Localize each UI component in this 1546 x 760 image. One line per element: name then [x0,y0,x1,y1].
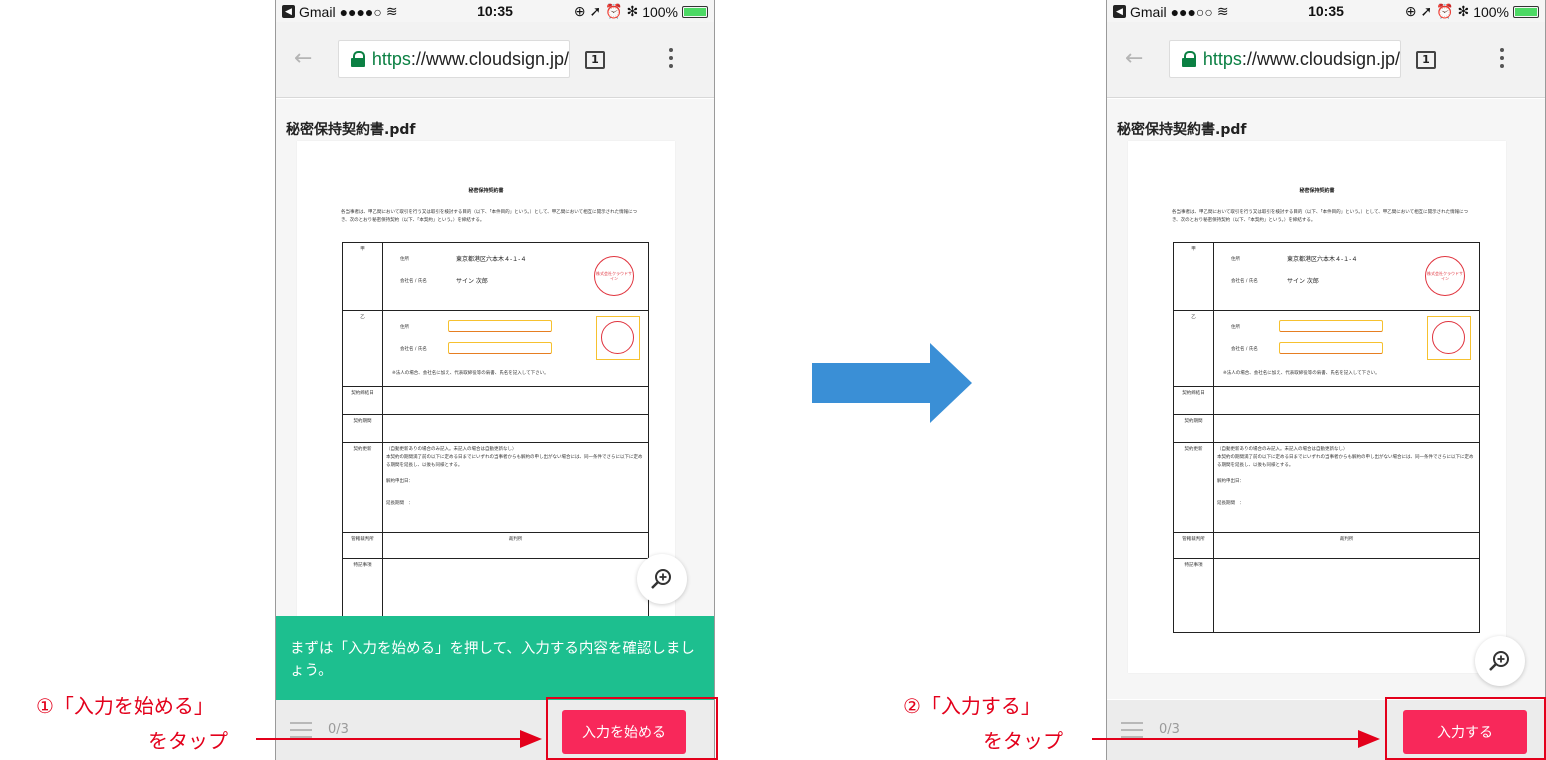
document-page: 秘密保持契約書 各当事者は、甲乙間において取引を行う又は取引を検討する目的（以下… [1128,141,1506,673]
address-label: 住所 [1231,257,1240,262]
zoom-in-button[interactable] [1475,636,1525,686]
battery-percent: 100% [642,3,678,20]
name-value: サイン 次郎 [456,278,488,285]
status-icons: ⊕ ➚ ⏰ ✻ [573,3,639,19]
label-court: 管轄裁判所 [342,532,383,559]
highlight-input-button [1385,697,1546,760]
document-page: 秘密保持契約書 各当事者は、甲乙間において取引を行う又は取引を検討する目的（以下… [297,141,675,661]
label-contract-date: 契約締結日 [342,386,383,415]
step1-arrow-line [256,738,522,740]
company-seal: 株式会社クラウドサイン [594,256,634,296]
tab-switcher-button[interactable]: 1 [585,51,605,69]
browser-toolbar: ← https://www.cloudsign.jp/ 1 [276,22,714,98]
address-label: 住所 [400,325,409,330]
zoom-in-button[interactable] [637,554,687,604]
label-renewal: 契約更新 [1173,442,1214,533]
step2-instruction-line2: をタップ [983,729,1063,753]
document-intro: 各当事者は、甲乙間において取引を行う又は取引を検討する目的（以下、「本件目的」と… [341,210,638,223]
url-host: ://www.cloudsign.jp/ [1241,48,1400,69]
address-value: 東京都港区六本木４-１-４ [456,256,527,263]
document-filename: 秘密保持契約書.pdf [286,122,416,138]
status-bar: ◀ Gmail ●●●○○ ≋ 10:35 ⊕ ➚ ⏰ ✻ 100% [1107,0,1545,22]
label-contract-period: 契約期間 [1173,414,1214,443]
label-ko: 甲 [342,242,383,311]
battery-icon [1513,5,1539,18]
browser-toolbar: ← https://www.cloudsign.jp/ 1 [1107,22,1545,98]
name-label: 会社名 / 氏名 [400,347,427,352]
name-label: 会社名 / 氏名 [1231,279,1258,284]
tab-switcher-button[interactable]: 1 [1416,51,1436,69]
back-arrow-icon[interactable]: ← [294,46,312,71]
step2-arrow-head [1358,730,1380,748]
label-ko: 甲 [1173,242,1214,311]
court-value: 裁判所 [382,532,649,559]
name-label: 会社名 / 氏名 [1231,347,1258,352]
label-contract-period: 契約期間 [342,414,383,443]
page-count: 0/3 [1159,722,1180,737]
otsu-note: ※法人の場合、会社名に加え、代表取締役等の肩書、氏名を記入して下さい。 [392,371,549,376]
document-title: 秘密保持契約書 [468,188,504,194]
renewal-notice: 解約申出日： [386,479,413,484]
overflow-menu-icon[interactable] [669,48,675,70]
document-filename: 秘密保持契約書.pdf [1117,122,1247,138]
renewal-text: （自動更新ありの場合のみ記入。未記入の場合は自動更新なし） 本契約の期間満了前の… [1217,447,1474,468]
lock-icon [1182,51,1196,67]
label-otsu: 乙 [1173,310,1214,387]
url-field[interactable]: https://www.cloudsign.jp/ [1169,40,1401,78]
zoom-in-icon [1489,651,1509,671]
name-value: サイン 次郎 [1287,278,1319,285]
renewal-text: （自動更新ありの場合のみ記入。未記入の場合は自動更新なし） 本契約の期間満了前の… [386,447,643,468]
court-value: 裁判所 [1213,532,1480,559]
zoom-in-icon [651,569,671,589]
seal-input[interactable] [596,316,640,360]
step1-arrow-head [520,730,542,748]
document-viewer: 秘密保持契約書.pdf 秘密保持契約書 各当事者は、甲乙間において取引を行う又は… [276,99,714,699]
document-title: 秘密保持契約書 [1299,188,1335,194]
step1-instruction-line2: をタップ [148,729,228,753]
url-host: ://www.cloudsign.jp/ [410,48,569,69]
address-label: 住所 [1231,325,1240,330]
battery-percent: 100% [1473,3,1509,20]
renewal-extend: 延長期間 ： [386,501,413,506]
company-seal: 株式会社クラウドサイン [1425,256,1465,296]
name-label: 会社名 / 氏名 [400,279,427,284]
otsu-note: ※法人の場合、会社名に加え、代表取締役等の肩書、氏名を記入して下さい。 [1223,371,1380,376]
label-court: 管轄裁判所 [1173,532,1214,559]
address-input[interactable] [1279,320,1383,332]
url-scheme: https [1202,48,1242,69]
step1-instruction-line1: ①「入力を始める」 [36,694,214,718]
contract-table: 甲 住所 東京都港区六本木４-１-４ 会社名 / 氏名 サイン 次郎 株式会社ク… [1173,242,1480,633]
renewal-extend: 延長期間 ： [1217,501,1244,506]
url-field[interactable]: https://www.cloudsign.jp/ [338,40,570,78]
label-otsu: 乙 [342,310,383,387]
url-scheme: https [371,48,411,69]
battery-icon [682,5,708,18]
step2-instruction-line1: ②「入力する」 [903,694,1041,718]
contract-table: 甲 住所 東京都港区六本木４-１-４ 会社名 / 氏名 サイン 次郎 株式会社ク… [342,242,649,633]
page-count: 0/3 [328,722,349,737]
phone-screen-step2: ◀ Gmail ●●●○○ ≋ 10:35 ⊕ ➚ ⏰ ✻ 100% ← htt… [1106,0,1546,760]
seal-input[interactable] [1427,316,1471,360]
document-viewer: 秘密保持契約書.pdf 秘密保持契約書 各当事者は、甲乙間において取引を行う又は… [1107,99,1545,699]
guide-tooltip: まずは「入力を始める」を押して、入力する内容を確認しましょう。 [276,616,714,710]
label-renewal: 契約更新 [342,442,383,533]
renewal-notice: 解約申出日： [1217,479,1244,484]
back-arrow-icon[interactable]: ← [1125,46,1143,71]
label-special: 特記事項 [1173,558,1214,633]
label-contract-date: 契約締結日 [1173,386,1214,415]
step2-arrow-line [1092,738,1360,740]
status-icons: ⊕ ➚ ⏰ ✻ [1404,3,1470,19]
status-bar: ◀ Gmail ●●●●○ ≋ 10:35 ⊕ ➚ ⏰ ✻ 100% [276,0,714,22]
lock-icon [351,51,365,67]
name-input[interactable] [1279,342,1383,354]
document-intro: 各当事者は、甲乙間において取引を行う又は取引を検討する目的（以下、「本件目的」と… [1172,210,1469,223]
phone-screen-step1: ◀ Gmail ●●●●○ ≋ 10:35 ⊕ ➚ ⏰ ✻ 100% ← htt… [275,0,715,760]
address-input[interactable] [448,320,552,332]
address-label: 住所 [400,257,409,262]
transition-arrow-icon [812,343,972,423]
overflow-menu-icon[interactable] [1500,48,1506,70]
highlight-start-button [546,697,718,760]
address-value: 東京都港区六本木４-１-４ [1287,256,1358,263]
name-input[interactable] [448,342,552,354]
